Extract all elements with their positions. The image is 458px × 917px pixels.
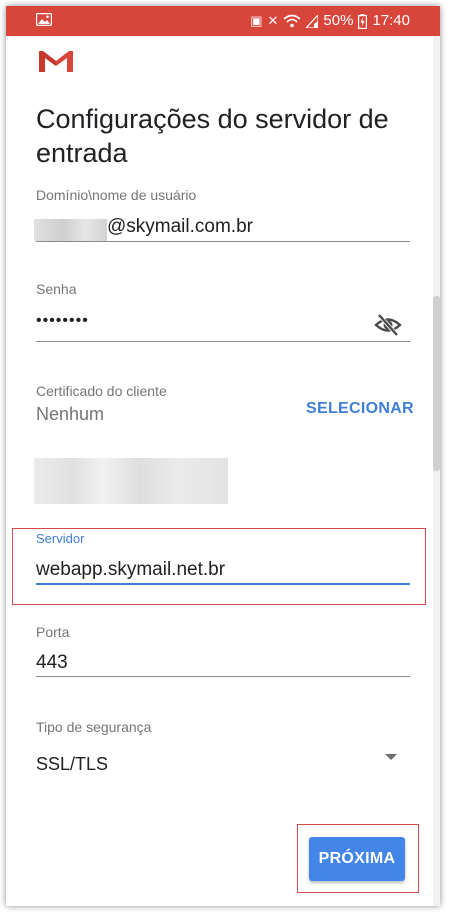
redacted-area bbox=[34, 458, 228, 504]
certificate-label: Certificado do cliente bbox=[36, 383, 167, 399]
password-label: Senha bbox=[36, 281, 77, 297]
battery-icon bbox=[358, 13, 368, 29]
scrollbar-track[interactable] bbox=[433, 36, 440, 906]
clock: 17:40 bbox=[372, 12, 410, 29]
page-title: Configurações do servidor de entrada bbox=[36, 104, 389, 168]
battery-percent: 50% bbox=[323, 12, 354, 29]
server-field[interactable]: webapp.skymail.net.br bbox=[36, 559, 225, 581]
password-underline bbox=[36, 341, 410, 342]
select-certificate-button[interactable]: SELECIONAR bbox=[306, 400, 414, 418]
security-select[interactable]: SSL/TLS bbox=[36, 754, 108, 775]
port-underline bbox=[36, 676, 410, 677]
password-field[interactable]: •••••••• bbox=[36, 312, 89, 330]
port-label: Porta bbox=[36, 624, 70, 640]
gmail-logo-icon bbox=[39, 51, 73, 72]
phone-screen: ▣ ✕ 50% 17:40 Configurações do servidor … bbox=[6, 6, 440, 906]
image-notification-icon bbox=[36, 13, 52, 26]
certificate-value: Nenhum bbox=[36, 404, 105, 424]
status-bar: ▣ ✕ 50% 17:40 bbox=[6, 6, 440, 36]
username-label: Domínio\nome de usuário bbox=[36, 187, 197, 203]
server-underline bbox=[36, 583, 410, 585]
signal-icon bbox=[306, 14, 319, 28]
nfc-icon: ▣ bbox=[250, 13, 263, 28]
port-field[interactable]: 443 bbox=[36, 652, 68, 674]
next-button[interactable]: PRÓXIMA bbox=[309, 837, 405, 881]
mute-icon: ✕ bbox=[267, 13, 279, 28]
username-underline bbox=[36, 241, 410, 242]
server-label: Servidor bbox=[36, 531, 85, 546]
security-label: Tipo de segurança bbox=[36, 719, 152, 735]
scrollbar-thumb[interactable] bbox=[433, 296, 440, 471]
redacted-username bbox=[34, 219, 107, 241]
visibility-off-icon[interactable] bbox=[374, 313, 402, 337]
username-field[interactable]: @skymail.com.br bbox=[107, 216, 253, 238]
wifi-icon bbox=[283, 14, 301, 28]
dropdown-arrow-icon[interactable] bbox=[385, 754, 397, 760]
